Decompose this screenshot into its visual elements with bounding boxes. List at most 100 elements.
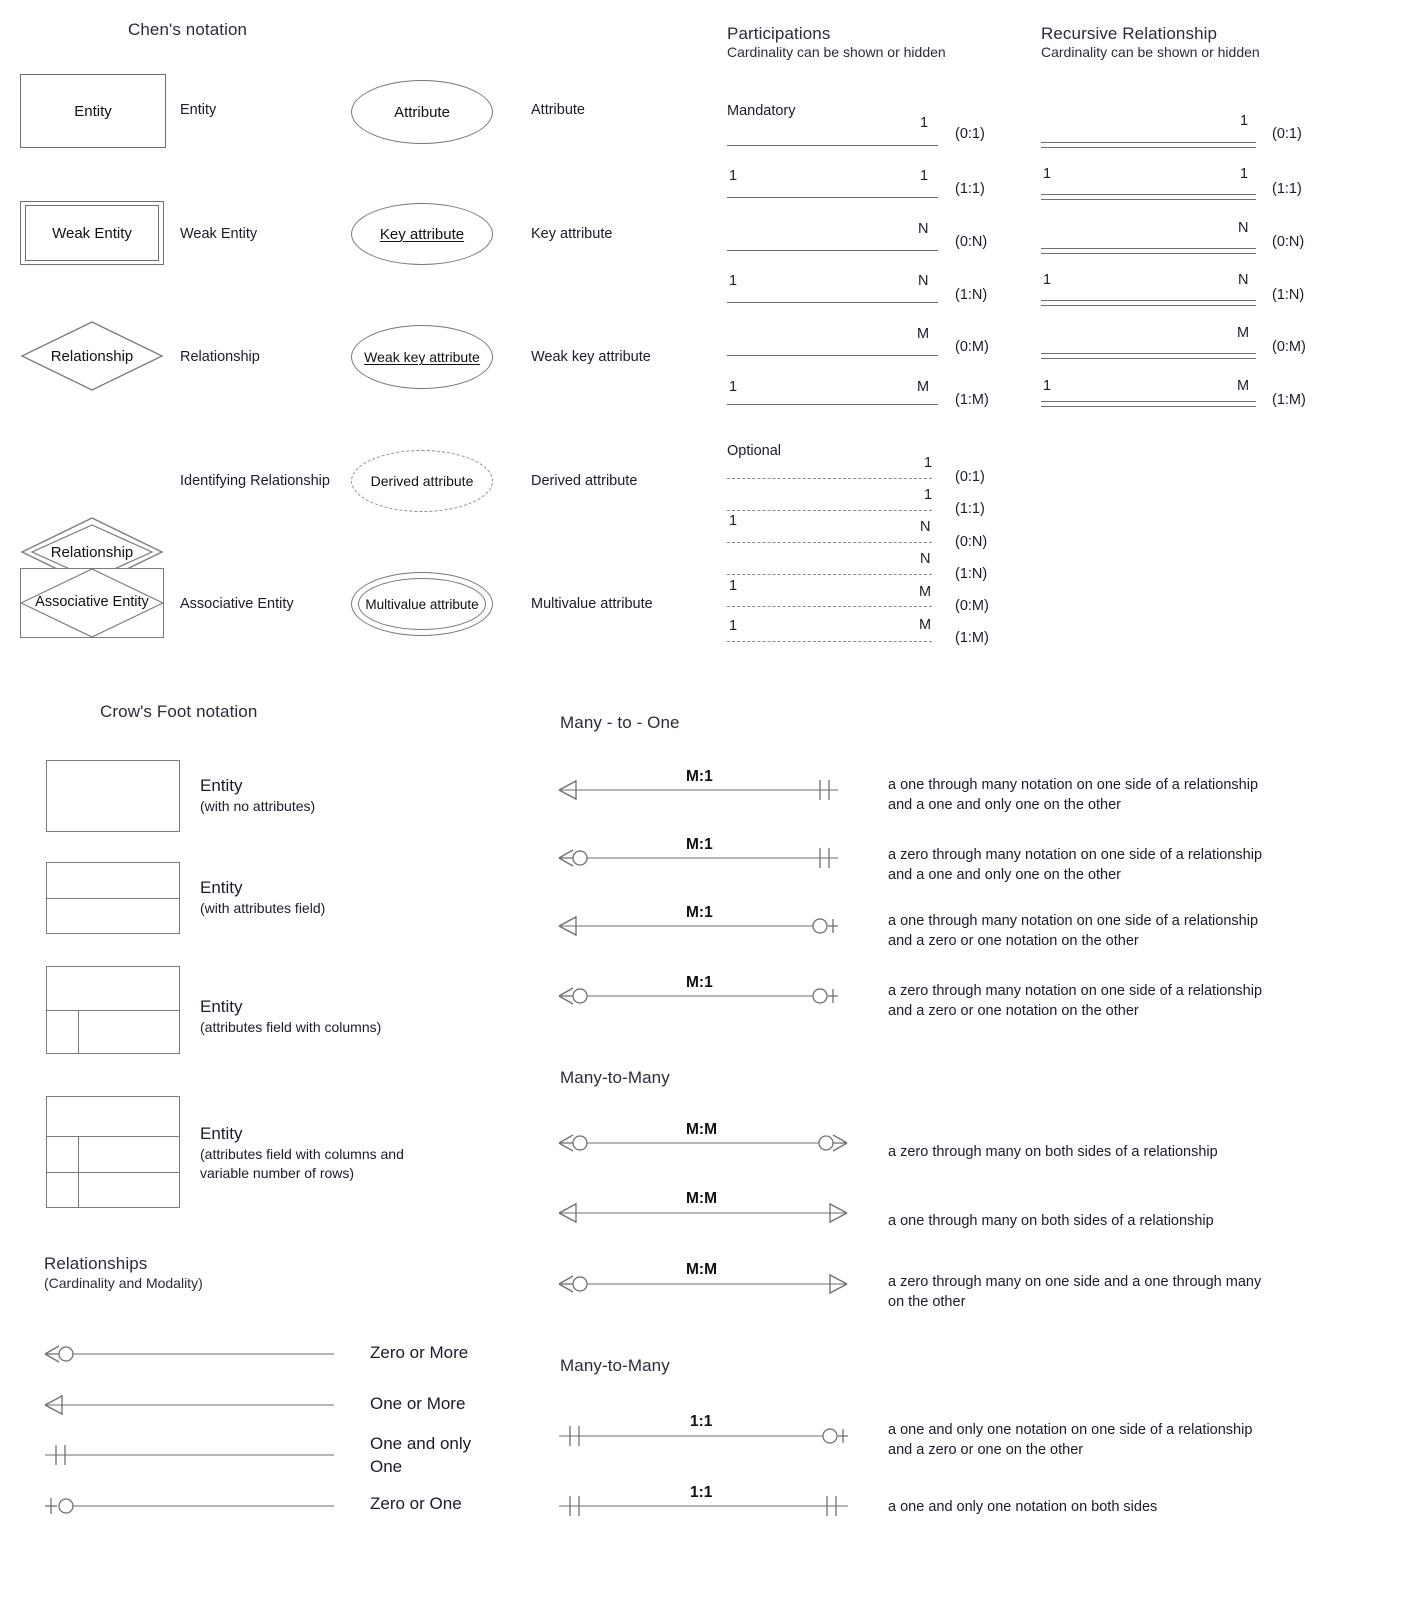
crowsfoot-entity-name-1: Entity bbox=[200, 878, 243, 897]
chen-label-associative-entity: Associative Entity bbox=[180, 596, 294, 612]
chen-label-key-attribute: Key attribute bbox=[531, 226, 613, 242]
participation-cardinality: (0:1) bbox=[955, 126, 985, 142]
recursive-line bbox=[1041, 142, 1256, 148]
many-to-many-description-0: a zero through many on both sides of a r… bbox=[888, 1144, 1218, 1160]
crowsfoot-entity-divider bbox=[46, 1010, 180, 1011]
participations-mandatory-label: Mandatory bbox=[727, 103, 796, 119]
participation-right-tag: N bbox=[918, 273, 929, 289]
participation-cardinality: (0:N) bbox=[955, 534, 988, 550]
participation-right-tag: 1 bbox=[920, 115, 929, 131]
participation-right-tag: M bbox=[917, 326, 930, 342]
relationship-symbol-zero-or-one bbox=[44, 1492, 334, 1520]
participation-line bbox=[727, 197, 938, 198]
participation-cardinality: (0:1) bbox=[955, 469, 985, 485]
participation-line-dashed bbox=[727, 542, 932, 543]
crowsfoot-entity-divider bbox=[46, 1172, 180, 1173]
crowsfoot-entity-box-plain bbox=[46, 760, 180, 832]
chen-shape-derived-attribute-text: Derived attribute bbox=[370, 473, 474, 489]
chen-label-attribute: Attribute bbox=[531, 102, 585, 118]
recursive-subtitle: Cardinality can be shown or hidden bbox=[1041, 44, 1260, 60]
relationship-label-one-or-more: One or More bbox=[370, 1394, 466, 1413]
participation-cardinality: (1:1) bbox=[955, 181, 985, 197]
participation-line bbox=[727, 302, 938, 303]
participation-left-tag: 1 bbox=[729, 379, 738, 395]
recursive-right-tag: 1 bbox=[1240, 166, 1249, 182]
participations-subtitle: Cardinality can be shown or hidden bbox=[727, 44, 946, 60]
crowsfoot-entity-column-divider bbox=[78, 1136, 79, 1208]
recursive-cardinality: (0:N) bbox=[1272, 234, 1305, 250]
chen-shape-multivalue-attribute-text: Multivalue attribute bbox=[365, 596, 479, 612]
many-to-many-title: Many-to-Many bbox=[560, 1068, 670, 1087]
chen-shape-weak-entity: Weak Entity bbox=[20, 201, 164, 265]
recursive-right-tag: 1 bbox=[1240, 113, 1249, 129]
many-to-many-description-1: a one through many on both sides of a re… bbox=[888, 1213, 1214, 1229]
chen-shape-relationship-text: Relationship bbox=[50, 347, 134, 365]
chen-shape-multivalue-attribute: Multivalue attribute bbox=[351, 572, 493, 636]
one-to-one-description-1: a one and only one notation on both side… bbox=[888, 1499, 1158, 1515]
relationship-label-zero-or-one: Zero or One bbox=[370, 1494, 462, 1513]
relationship-symbol-one-or-more bbox=[44, 1391, 334, 1419]
participation-left-tag: 1 bbox=[729, 578, 738, 594]
crowsfoot-entity-divider bbox=[46, 898, 180, 899]
participation-left-tag: 1 bbox=[729, 618, 738, 634]
participation-right-tag: 1 bbox=[924, 455, 933, 471]
participations-title: Participations bbox=[727, 24, 831, 43]
relationship-symbol-one-and-only-one bbox=[44, 1441, 334, 1469]
chen-shape-associative-entity: Associative Entity bbox=[20, 568, 164, 638]
recursive-cardinality: (0:1) bbox=[1272, 126, 1302, 142]
participation-cardinality: (1:1) bbox=[955, 501, 985, 517]
chen-label-derived-attribute: Derived attribute bbox=[531, 473, 638, 489]
participation-right-tag: N bbox=[920, 551, 931, 567]
many-to-one-description-1: a zero through many notation on one side… bbox=[888, 847, 1263, 883]
crowsfoot-entity-name-0: Entity bbox=[200, 776, 243, 795]
recursive-line bbox=[1041, 300, 1256, 306]
recursive-line bbox=[1041, 248, 1256, 254]
participation-line-dashed bbox=[727, 606, 932, 607]
chen-label-multivalue-attribute: Multivalue attribute bbox=[531, 596, 653, 612]
many-to-many-cardinality-1: M:M bbox=[686, 1190, 717, 1207]
chen-shape-relationship: Relationship bbox=[20, 320, 164, 392]
relationship-label-zero-or-more: Zero or More bbox=[370, 1343, 469, 1362]
chen-shape-key-attribute-text: Key attribute bbox=[379, 225, 465, 243]
one-to-one-cardinality-1: 1:1 bbox=[690, 1484, 713, 1501]
chen-shape-entity-text: Entity bbox=[74, 102, 112, 120]
recursive-cardinality: (0:M) bbox=[1272, 339, 1306, 355]
participation-line-dashed bbox=[727, 478, 932, 479]
many-to-many-description-2: a zero through many on one side and a on… bbox=[888, 1274, 1262, 1310]
crowsfoot-entity-divider bbox=[46, 1136, 180, 1137]
participation-left-tag: 1 bbox=[729, 168, 738, 184]
crowsfoot-entity-box-rows bbox=[46, 1096, 180, 1208]
chen-shape-associative-entity-text: Associative Entity bbox=[35, 594, 149, 611]
recursive-cardinality: (1:1) bbox=[1272, 181, 1302, 197]
participations-optional-label: Optional bbox=[727, 443, 782, 459]
crowsfoot-entity-detail-2: (attributes field with columns) bbox=[200, 1019, 382, 1035]
many-to-one-title: Many - to - One bbox=[560, 713, 680, 732]
many-to-many-cardinality-2: M:M bbox=[686, 1261, 717, 1278]
participation-cardinality: (1:N) bbox=[955, 566, 988, 582]
recursive-left-tag: 1 bbox=[1043, 166, 1052, 182]
participation-cardinality: (1:M) bbox=[955, 630, 989, 646]
one-to-one-cardinality-0: 1:1 bbox=[690, 1413, 713, 1430]
recursive-left-tag: 1 bbox=[1043, 272, 1052, 288]
crowsfoot-entity-column-divider bbox=[78, 1010, 79, 1054]
crowsfoot-entity-name-3: Entity bbox=[200, 1124, 243, 1143]
recursive-right-tag: M bbox=[1237, 378, 1250, 394]
many-to-one-cardinality-3: M:1 bbox=[686, 974, 713, 991]
one-to-one-title: Many-to-Many bbox=[560, 1356, 670, 1375]
recursive-line bbox=[1041, 194, 1256, 200]
chen-notation-title: Chen's notation bbox=[128, 20, 248, 39]
relationships-title: Relationships bbox=[44, 1254, 148, 1273]
chen-label-identifying-relationship: Identifying Relationship bbox=[180, 473, 330, 489]
many-to-one-description-0: a one through many notation on one side … bbox=[888, 777, 1259, 813]
many-to-one-cardinality-2: M:1 bbox=[686, 904, 713, 921]
participation-cardinality: (1:M) bbox=[955, 392, 989, 408]
chen-shape-weak-key-attribute: Weak key attribute bbox=[351, 325, 493, 389]
recursive-right-tag: M bbox=[1237, 325, 1250, 341]
participation-right-tag: 1 bbox=[924, 487, 933, 503]
one-to-one-description-0: a one and only one notation on one side … bbox=[888, 1422, 1253, 1458]
crowsfoot-entity-name-2: Entity bbox=[200, 997, 243, 1016]
recursive-right-tag: N bbox=[1238, 272, 1249, 288]
relationship-label-one-and-only-one: One and only One bbox=[370, 1434, 472, 1476]
participation-cardinality: (0:N) bbox=[955, 234, 988, 250]
participation-line bbox=[727, 145, 938, 146]
